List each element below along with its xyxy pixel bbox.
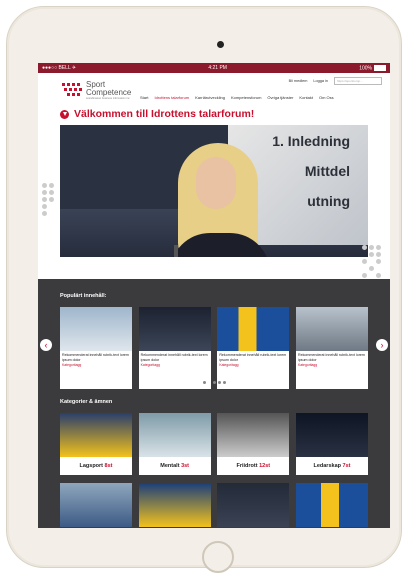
pager-dot[interactable] <box>218 381 221 384</box>
carousel-pager <box>202 381 227 384</box>
site-header: Sport Competence scandinavian business i… <box>38 73 390 106</box>
decor-dots-left <box>42 183 60 263</box>
card-text: Rekommenderat innehåll rubrik-text lorem… <box>140 353 208 362</box>
welcome-heading: Välkommen till Idrottens talarforum! <box>38 106 390 122</box>
logo-dots-icon <box>62 83 84 97</box>
category-count: 8st <box>104 463 113 469</box>
content-card[interactable]: Rekommenderat innehåll rubrik-text lorem… <box>217 307 290 389</box>
hero-image: 1. Inledning Mittdel utning <box>60 125 368 279</box>
category-label: Friidrott 12st <box>217 457 289 475</box>
screen-text-3: utning <box>307 193 350 209</box>
speaker-face <box>196 157 236 209</box>
nav-talarforum[interactable]: Idrottens talarforum <box>154 95 189 100</box>
categories-grid: Lagsport 8st Mentalt 3st Friidrott 12st … <box>60 413 368 475</box>
home-button[interactable] <box>202 541 234 573</box>
category-name: Friidrott <box>236 463 258 469</box>
category-image-card[interactable] <box>138 483 211 527</box>
category-image <box>138 413 211 457</box>
logo-tagline: scandinavian business information inc <box>86 97 130 100</box>
screen: ●●●○○ BELL ✈ 4:21 PM 100% Sport Competen… <box>38 63 390 528</box>
category-name: Ledarskap <box>313 463 341 469</box>
page-title: Välkommen till Idrottens talarforum! <box>74 108 255 120</box>
battery-status: 100% <box>359 64 386 72</box>
screen-text-2: Mittdel <box>304 163 350 179</box>
category-card-friidrott[interactable]: Friidrott 12st <box>217 413 290 475</box>
member-link[interactable]: Bli medlem <box>289 79 308 83</box>
hero-caption-bar <box>60 257 368 279</box>
pager-dot[interactable] <box>223 381 226 384</box>
category-label: Mentalt 3st <box>139 457 211 475</box>
category-card-ledarskap[interactable]: Ledarskap 7st <box>295 413 368 475</box>
card-text: Rekommenderat innehåll rubrik-text lorem… <box>219 353 287 362</box>
category-count: 7st <box>342 463 351 469</box>
card-image-speaker <box>138 307 211 351</box>
category-image <box>217 413 290 457</box>
carousel-next-button[interactable]: › <box>376 339 388 351</box>
pager-dot[interactable] <box>213 381 216 384</box>
pager-dot[interactable] <box>208 381 211 384</box>
card-image-flag <box>217 307 290 351</box>
login-link[interactable]: Logga in <box>313 79 328 83</box>
card-text: Rekommenderat innehåll rubrik-text lorem… <box>62 353 129 362</box>
screen-text-1: 1. Inledning <box>272 133 350 149</box>
search-input[interactable]: https://sportcomp... <box>334 77 382 85</box>
category-image-card[interactable] <box>217 483 290 527</box>
content-card[interactable]: Rekommenderat innehåll rubrik-text lorem… <box>295 307 368 389</box>
category-image-card[interactable] <box>295 483 368 527</box>
categories-grid-row2 <box>60 483 368 527</box>
popular-title: Populärt innehåll: <box>60 293 107 299</box>
carrier-label: ●●●○○ BELL ✈ <box>42 65 77 71</box>
logo-line2: Competence <box>86 88 132 97</box>
category-count: 12st <box>259 463 271 469</box>
main-nav: Start Idrottens talarforum Karriärutveck… <box>140 95 340 100</box>
category-card-mentalt[interactable]: Mentalt 3st <box>138 413 211 475</box>
content-card[interactable]: Rekommenderat innehåll rubrik-text lorem… <box>138 307 211 389</box>
camera-icon <box>217 41 224 48</box>
card-category[interactable]: Kategoritagg <box>296 362 368 368</box>
pager-dot[interactable] <box>203 381 206 384</box>
nav-kompetensforum[interactable]: Kompetensforum <box>231 95 261 100</box>
site-logo[interactable]: Sport Competence scandinavian business i… <box>62 80 132 101</box>
battery-icon <box>373 64 386 71</box>
categories-title: Kategorier & ämnen <box>60 399 113 405</box>
popular-carousel: Rekommenderat innehåll rubrik-text lorem… <box>60 307 368 389</box>
category-label: Ledarskap 7st <box>296 457 368 475</box>
category-count: 3st <box>181 463 190 469</box>
nav-om-oss[interactable]: Om Oss <box>319 95 334 100</box>
card-category[interactable]: Kategoritagg <box>60 362 132 368</box>
category-name: Lagsport <box>79 463 104 469</box>
card-category[interactable]: Kategoritagg <box>217 362 289 368</box>
nav-ovriga-tjanster[interactable]: Övriga tjänster <box>267 95 293 100</box>
category-name: Mentalt <box>160 463 180 469</box>
category-label: Lagsport 8st <box>60 457 132 475</box>
nav-start[interactable]: Start <box>140 95 148 100</box>
download-circle-icon <box>60 109 69 119</box>
card-category[interactable]: Kategoritagg <box>139 362 211 368</box>
status-bar: ●●●○○ BELL ✈ 4:21 PM 100% <box>38 63 390 73</box>
nav-karriarutveckling[interactable]: Karriärutveckling <box>195 95 225 100</box>
battery-label: 100% <box>359 65 372 72</box>
utility-bar: Bli medlem Logga in https://sportcomp... <box>289 77 382 85</box>
content-card[interactable]: Rekommenderat innehåll rubrik-text lorem… <box>60 307 132 389</box>
decor-dots-right <box>362 245 386 305</box>
card-image-portrait <box>295 307 368 351</box>
card-text: Rekommenderat innehåll rubrik-text lorem… <box>297 353 365 362</box>
category-card-lagsport[interactable]: Lagsport 8st <box>60 413 132 475</box>
category-image <box>60 413 132 457</box>
clock: 4:21 PM <box>208 65 227 71</box>
carousel-prev-button[interactable]: ‹ <box>40 339 52 351</box>
nav-kontakt[interactable]: Kontakt <box>299 95 313 100</box>
category-image <box>295 413 368 457</box>
card-image-sailing <box>60 307 132 351</box>
category-image-card[interactable] <box>60 483 132 527</box>
